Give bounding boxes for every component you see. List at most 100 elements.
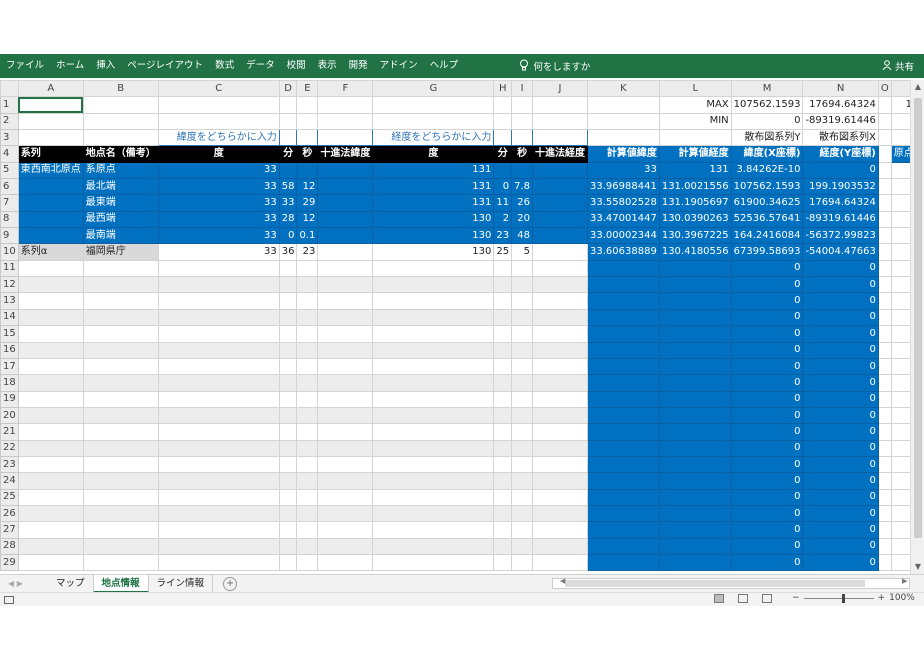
cell-K12[interactable]	[587, 276, 660, 294]
cell-F20[interactable]	[317, 406, 374, 425]
sheet-nav-arrows-icon[interactable]: ◀ ▶	[0, 579, 48, 588]
cell-C20[interactable]	[157, 406, 280, 425]
cell-B11[interactable]	[82, 259, 159, 278]
cell-C24[interactable]	[157, 472, 280, 490]
spreadsheet-grid[interactable]: ABCDEFGHIJKLMNOPQR1MAX107562.159317694.6…	[0, 80, 910, 574]
cell-E27[interactable]	[296, 521, 319, 539]
cell-N13[interactable]: 0	[802, 292, 879, 310]
row-header[interactable]: 27	[0, 521, 19, 539]
row-header[interactable]: 13	[0, 292, 19, 310]
cell-L24[interactable]	[658, 472, 732, 490]
cell-B21[interactable]	[82, 423, 159, 441]
cell-A23[interactable]	[17, 455, 84, 474]
cell-H20[interactable]	[493, 406, 513, 425]
cell-K26[interactable]	[587, 504, 660, 523]
cell-M23[interactable]: 0	[730, 455, 804, 474]
cell-M3[interactable]: 散布図系列Y	[730, 129, 804, 147]
cell-M19[interactable]: 0	[730, 390, 804, 408]
cell-I5[interactable]	[511, 161, 534, 180]
cell-G10[interactable]: 130	[372, 243, 495, 261]
row-header[interactable]: 12	[0, 276, 19, 294]
cell-N9[interactable]: -56372.99823	[802, 227, 879, 245]
zoom-in-icon[interactable]: +	[878, 593, 886, 603]
cell-A11[interactable]	[17, 259, 84, 278]
cell-I14[interactable]	[511, 308, 534, 327]
cell-F12[interactable]	[317, 276, 374, 294]
cell-M10[interactable]: 67399.58693	[730, 243, 804, 261]
cell-C16[interactable]	[157, 341, 280, 359]
sheet-tab-lines[interactable]: ライン情報	[149, 574, 214, 593]
ribbon-tab-3[interactable]: ページレイアウト	[121, 54, 209, 78]
cell-C18[interactable]	[157, 374, 280, 392]
cell-E9[interactable]: 0.1	[296, 227, 319, 245]
cell-N21[interactable]: 0	[802, 423, 879, 441]
cell-O28[interactable]	[877, 537, 892, 555]
cell-J26[interactable]	[532, 504, 589, 523]
cell-H21[interactable]	[493, 423, 513, 441]
cell-G11[interactable]	[372, 259, 495, 278]
cell-A26[interactable]	[17, 504, 84, 523]
cell-C8[interactable]: 33	[157, 210, 280, 229]
cell-A16[interactable]	[17, 341, 84, 359]
cell-A20[interactable]	[17, 406, 84, 425]
cell-P13[interactable]	[890, 292, 910, 310]
cell-G16[interactable]	[372, 341, 495, 359]
cell-P14[interactable]	[890, 308, 910, 327]
cell-C15[interactable]	[157, 325, 280, 343]
cell-K14[interactable]	[587, 308, 660, 327]
cell-I13[interactable]	[511, 292, 534, 310]
cell-J6[interactable]	[532, 178, 589, 196]
cell-A19[interactable]	[17, 390, 84, 408]
column-header-J[interactable]: J	[532, 80, 589, 98]
cell-M15[interactable]: 0	[730, 325, 804, 343]
column-header-E[interactable]: E	[296, 80, 319, 98]
page-break-view-icon[interactable]	[762, 594, 772, 603]
cell-M5[interactable]: 3.84262E-10	[730, 161, 804, 180]
cell-E26[interactable]	[296, 504, 319, 523]
cell-H27[interactable]	[493, 521, 513, 539]
cell-I25[interactable]	[511, 488, 534, 506]
cell-B19[interactable]	[82, 390, 159, 408]
cell-O13[interactable]	[877, 292, 892, 310]
cell-L18[interactable]	[658, 374, 732, 392]
cell-O11[interactable]	[877, 259, 892, 278]
cell-K13[interactable]	[587, 292, 660, 310]
cell-K23[interactable]	[587, 455, 660, 474]
cell-K25[interactable]	[587, 488, 660, 506]
cell-P4[interactable]: 原点縦軸調	[890, 145, 910, 163]
cell-G22[interactable]	[372, 439, 495, 457]
cell-F25[interactable]	[317, 488, 374, 506]
row-header[interactable]: 1	[0, 96, 19, 114]
cell-G14[interactable]	[372, 308, 495, 327]
row-header[interactable]: 26	[0, 504, 19, 523]
cell-G8[interactable]: 130	[372, 210, 495, 229]
cell-B10[interactable]: 福岡県庁	[82, 243, 159, 261]
cell-O6[interactable]	[877, 178, 892, 196]
cell-P21[interactable]	[890, 423, 910, 441]
cell-G18[interactable]	[372, 374, 495, 392]
cell-C9[interactable]: 33	[157, 227, 280, 245]
cell-D18[interactable]	[278, 374, 298, 392]
cell-I1[interactable]	[511, 96, 534, 114]
cell-H4[interactable]: 分	[493, 145, 513, 163]
row-header[interactable]: 10	[0, 243, 19, 261]
cell-K16[interactable]	[587, 341, 660, 359]
cell-D2[interactable]	[278, 112, 298, 131]
cell-L10[interactable]: 130.4180556	[658, 243, 732, 261]
cell-E3[interactable]	[296, 129, 319, 147]
cell-G20[interactable]	[372, 406, 495, 425]
cell-H10[interactable]: 25	[493, 243, 513, 261]
cell-L26[interactable]	[658, 504, 732, 523]
cell-N7[interactable]: 17694.64324	[802, 194, 879, 212]
column-header-I[interactable]: I	[511, 80, 534, 98]
cell-I20[interactable]	[511, 406, 534, 425]
cell-P5[interactable]: 0	[890, 161, 910, 180]
column-header-N[interactable]: N	[802, 80, 879, 98]
cell-E25[interactable]	[296, 488, 319, 506]
cell-J23[interactable]	[532, 455, 589, 474]
sheet-table[interactable]: ABCDEFGHIJKLMNOPQR1MAX107562.159317694.6…	[0, 80, 910, 572]
cell-J1[interactable]	[532, 96, 589, 114]
cell-F18[interactable]	[317, 374, 374, 392]
cell-P28[interactable]	[890, 537, 910, 555]
row-header[interactable]: 19	[0, 390, 19, 408]
